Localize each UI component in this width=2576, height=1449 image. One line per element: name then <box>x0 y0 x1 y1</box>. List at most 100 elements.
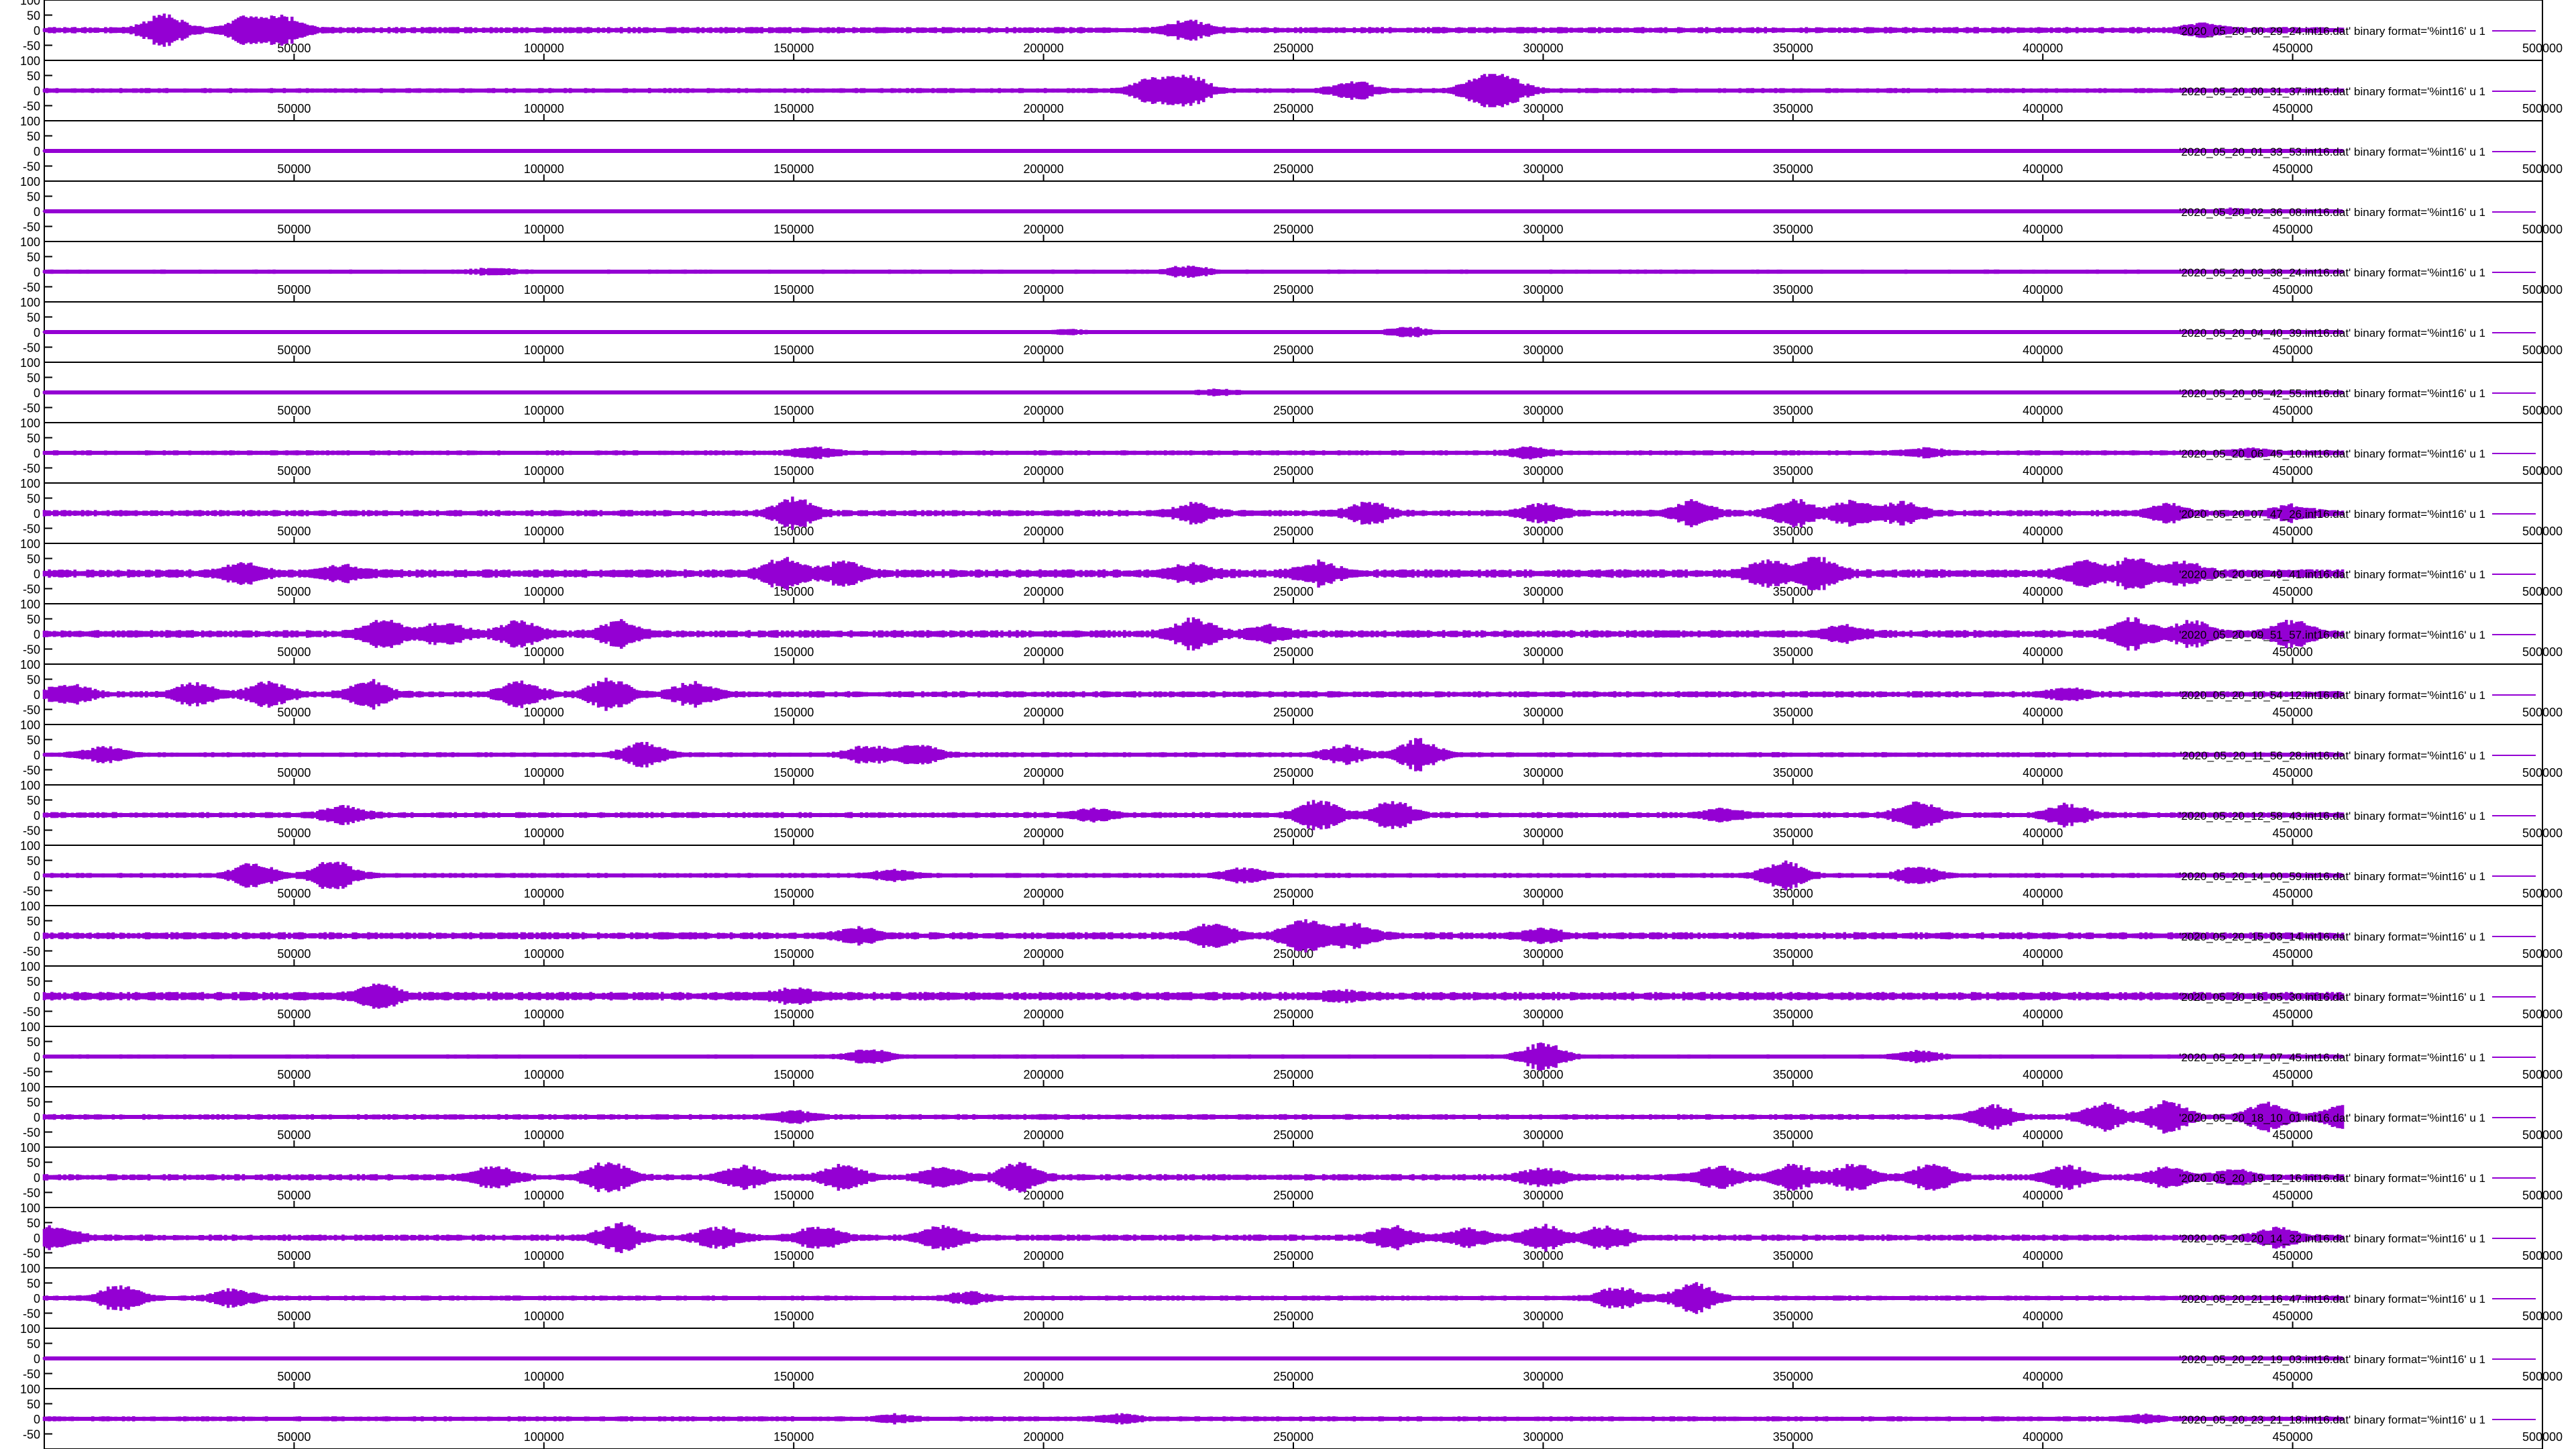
x-tick-label: 250000 <box>1273 1430 1313 1444</box>
x-tick-label: 500000 <box>2522 706 2563 719</box>
x-tick-label: 450000 <box>2273 525 2313 538</box>
x-tick-label: 100000 <box>524 1189 564 1202</box>
x-tick-label: 50000 <box>277 404 311 417</box>
waveform-panel: -5005010050000 100000 150000 200000 250000 30… <box>20 900 2563 967</box>
x-tick-label: 500000 <box>2522 1189 2563 1202</box>
x-tick-label: 500000 <box>2522 766 2563 780</box>
y-tick-label: 50 <box>27 130 40 144</box>
x-tick-label: 250000 <box>1273 1249 1313 1263</box>
legend-label: '2020_05_20_23_21_18.int16.dat' binary f… <box>2179 1413 2485 1426</box>
y-tick-label: 0 <box>34 568 40 581</box>
x-tick-label: 200000 <box>1024 162 1064 176</box>
x-tick-label: 150000 <box>773 1008 814 1021</box>
x-tick-label: 300000 <box>1523 706 1563 719</box>
x-tick-label: 200000 <box>1024 42 1064 55</box>
x-tick-label: 150000 <box>773 283 814 297</box>
x-tick-label: 100000 <box>524 1128 564 1142</box>
x-tick-label: 450000 <box>2273 826 2313 840</box>
waveform-panel: -5005010050000 100000 150000 200000 250000 30… <box>20 839 2563 906</box>
y-tick-label: 0 <box>34 447 40 460</box>
x-tick-label: 200000 <box>1024 404 1064 417</box>
x-tick-label: 200000 <box>1024 585 1064 598</box>
y-tick-label: 100 <box>20 1322 40 1336</box>
y-tick-label: 100 <box>20 1383 40 1396</box>
y-tick-label: 50 <box>27 855 40 868</box>
x-tick-label: 250000 <box>1273 102 1313 115</box>
x-tick-label: 350000 <box>1773 706 1813 719</box>
x-tick-label: 500000 <box>2522 404 2563 417</box>
x-tick-label: 350000 <box>1773 947 1813 961</box>
x-tick-label: 100000 <box>524 283 564 297</box>
y-tick-label: 100 <box>20 477 40 490</box>
x-tick-label: 150000 <box>773 404 814 417</box>
x-tick-label: 200000 <box>1024 706 1064 719</box>
x-tick-label: 400000 <box>2023 1309 2063 1323</box>
legend-label: '2020_05_20_17_07_45.int16.dat' binary f… <box>2179 1051 2485 1064</box>
x-tick-label: 500000 <box>2522 1370 2563 1383</box>
x-tick-label: 50000 <box>277 223 311 236</box>
y-tick-label: -50 <box>23 643 40 657</box>
x-tick-label: 450000 <box>2273 1309 2313 1323</box>
y-tick-label: 100 <box>20 598 40 611</box>
x-tick-label: 300000 <box>1523 525 1563 538</box>
y-tick-label: -50 <box>23 160 40 174</box>
x-tick-label: 250000 <box>1273 1189 1313 1202</box>
x-tick-label: 250000 <box>1273 706 1313 719</box>
y-tick-label: 50 <box>27 372 40 385</box>
x-tick-label: 500000 <box>2522 645 2563 659</box>
x-tick-label: 100000 <box>524 706 564 719</box>
x-tick-label: 200000 <box>1024 1249 1064 1263</box>
x-tick-label: 350000 <box>1773 766 1813 780</box>
y-tick-label: 100 <box>20 235 40 249</box>
x-tick-label: 150000 <box>773 162 814 176</box>
waveform-panel: -5005010050000 100000 150000 200000 250000 30… <box>20 1081 2563 1148</box>
x-tick-label: 500000 <box>2522 223 2563 236</box>
y-tick-label: -50 <box>23 1066 40 1079</box>
x-tick-label: 350000 <box>1773 223 1813 236</box>
legend-label: '2020_05_20_21_16_47.int16.dat' binary f… <box>2179 1293 2485 1305</box>
x-tick-label: 50000 <box>277 1249 311 1263</box>
x-tick-label: 250000 <box>1273 766 1313 780</box>
y-tick-label: 100 <box>20 1262 40 1275</box>
y-tick-label: -50 <box>23 1247 40 1260</box>
x-tick-label: 400000 <box>2023 1128 2063 1142</box>
x-tick-label: 100000 <box>524 1430 564 1444</box>
x-tick-label: 400000 <box>2023 887 2063 900</box>
waveform-panel: -5005010050000 100000 150000 200000 250000 30… <box>20 1383 2563 1449</box>
x-tick-label: 400000 <box>2023 585 2063 598</box>
y-tick-label: -50 <box>23 1428 40 1442</box>
x-tick-label: 150000 <box>773 102 814 115</box>
waveform-panel: -5005010050000 100000 150000 200000 250000 30… <box>20 1020 2563 1087</box>
x-tick-label: 450000 <box>2273 283 2313 297</box>
x-tick-label: 450000 <box>2273 585 2313 598</box>
x-tick-label: 300000 <box>1523 283 1563 297</box>
waveform-panel: -5005010050000 100000 150000 200000 250000 30… <box>20 658 2563 725</box>
y-tick-label: 50 <box>27 915 40 928</box>
y-tick-label: 0 <box>34 628 40 641</box>
waveform-panel: -5005010050000 100000 150000 200000 250000 30… <box>20 296 2563 363</box>
y-tick-label: 100 <box>20 839 40 853</box>
x-tick-label: 300000 <box>1523 887 1563 900</box>
y-tick-label: 50 <box>27 1096 40 1110</box>
x-tick-label: 300000 <box>1523 223 1563 236</box>
legend-label: '2020_05_20_04_40_39.int16.dat' binary f… <box>2179 327 2485 339</box>
x-tick-label: 250000 <box>1273 947 1313 961</box>
legend-label: '2020_05_20_11_56_28.int16.dat' binary f… <box>2180 749 2486 762</box>
x-tick-label: 400000 <box>2023 1068 2063 1081</box>
x-tick-label: 150000 <box>773 1249 814 1263</box>
x-tick-label: 300000 <box>1523 766 1563 780</box>
x-tick-label: 500000 <box>2522 42 2563 55</box>
y-tick-label: 0 <box>34 930 40 943</box>
y-tick-label: 50 <box>27 432 40 445</box>
x-tick-label: 50000 <box>277 706 311 719</box>
x-tick-label: 450000 <box>2273 1370 2313 1383</box>
x-tick-label: 100000 <box>524 887 564 900</box>
x-tick-label: 150000 <box>773 1430 814 1444</box>
y-tick-label: 50 <box>27 734 40 747</box>
x-tick-label: 250000 <box>1273 645 1313 659</box>
x-tick-label: 100000 <box>524 404 564 417</box>
x-tick-label: 150000 <box>773 1370 814 1383</box>
x-tick-label: 300000 <box>1523 42 1563 55</box>
x-tick-label: 500000 <box>2522 826 2563 840</box>
x-tick-label: 250000 <box>1273 1370 1313 1383</box>
